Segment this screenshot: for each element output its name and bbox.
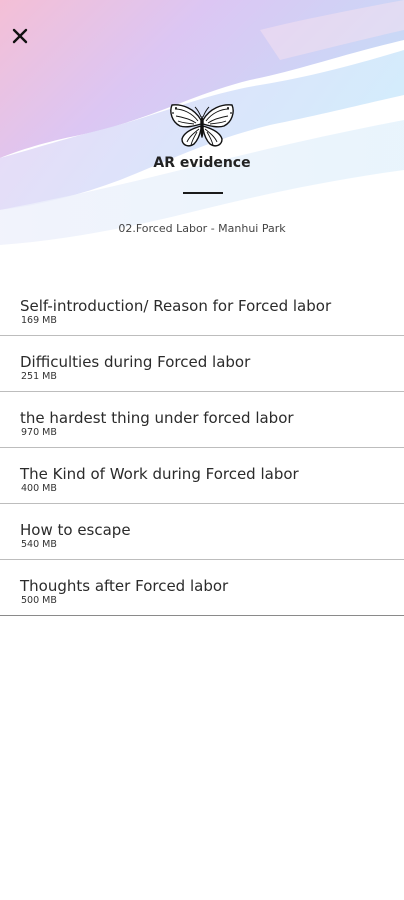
list-item-size: 251 MB: [21, 371, 57, 382]
page-subtitle: 02.Forced Labor - Manhui Park: [118, 222, 286, 235]
list-item-title: How to escape: [20, 521, 131, 539]
list-item-title: the hardest thing under forced labor: [20, 409, 294, 427]
list-item[interactable]: Difficulties during Forced labor 251 MB: [0, 336, 404, 392]
list-item-size: 540 MB: [21, 539, 57, 550]
list-item-size: 400 MB: [21, 483, 57, 494]
list-item[interactable]: the hardest thing under forced labor 970…: [0, 392, 404, 448]
title-divider: [183, 192, 223, 194]
list-item-title: Difficulties during Forced labor: [20, 353, 251, 371]
list-item[interactable]: Thoughts after Forced labor 500 MB: [0, 560, 404, 616]
list-item-title: Thoughts after Forced labor: [20, 577, 229, 595]
close-icon: [12, 28, 28, 44]
butterfly-icon: [170, 104, 234, 147]
list-item[interactable]: The Kind of Work during Forced labor 400…: [0, 448, 404, 504]
list-item[interactable]: How to escape 540 MB: [0, 504, 404, 560]
list-item-size: 169 MB: [21, 315, 57, 326]
list-item-title: Self-introduction/ Reason for Forced lab…: [20, 297, 332, 315]
list-item-title: The Kind of Work during Forced labor: [20, 465, 299, 483]
evidence-list: Self-introduction/ Reason for Forced lab…: [0, 280, 404, 616]
list-item-size: 500 MB: [21, 595, 57, 606]
close-button[interactable]: [6, 22, 34, 50]
list-item[interactable]: Self-introduction/ Reason for Forced lab…: [0, 280, 404, 336]
list-item-size: 970 MB: [21, 427, 57, 438]
page-title: AR evidence: [153, 155, 251, 171]
